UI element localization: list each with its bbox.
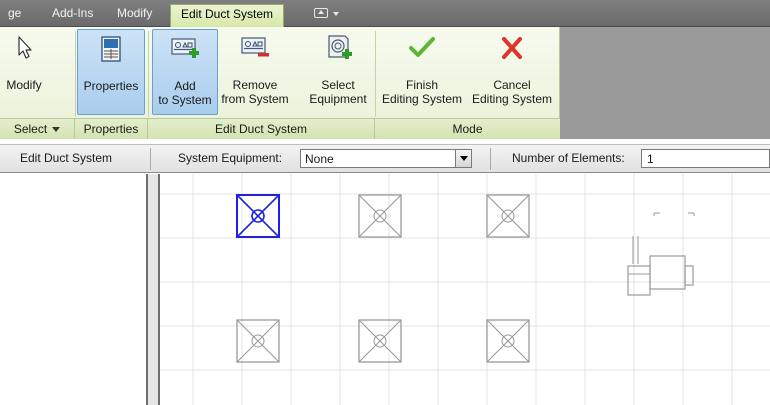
- minimize-ribbon-icon: [314, 8, 328, 18]
- select-equipment-line1: Select: [321, 78, 355, 92]
- number-of-elements-label: Number of Elements:: [512, 151, 625, 165]
- tab-modify[interactable]: Modify: [117, 4, 152, 23]
- tab-manage[interactable]: ge: [8, 4, 21, 23]
- chevron-down-icon: [52, 127, 61, 133]
- finish-editing-system-button[interactable]: Finish Editing System: [377, 29, 467, 115]
- system-equipment-label: System Equipment:: [178, 151, 283, 165]
- ribbon-panel-titles: Select Properties Edit Duct System Mode: [0, 118, 560, 139]
- chevron-down-icon: [333, 12, 339, 16]
- select-equipment-line2: Equipment: [309, 92, 367, 106]
- select-panel-title: Select: [13, 122, 48, 136]
- add-to-system-icon: [171, 38, 199, 58]
- ribbon-tab-bar: ge Add-Ins Modify Edit Duct System: [0, 0, 770, 27]
- remove-from-system-line2: from System: [221, 92, 289, 106]
- mode-panel-title: Mode: [452, 122, 483, 136]
- ribbon-body: Modify Properties Add to System Remove f…: [0, 27, 560, 139]
- properties-icon: [101, 36, 121, 62]
- panel-separator: [148, 31, 149, 117]
- number-of-elements-value: 1: [647, 152, 654, 166]
- ribbon: Modify Properties Add to System Remove f…: [0, 27, 770, 139]
- modify-label: Modify: [6, 78, 42, 92]
- modify-button[interactable]: Modify: [4, 29, 44, 115]
- air-terminal[interactable]: [486, 194, 530, 238]
- add-to-system-label: Add to System: [153, 79, 217, 107]
- select-panel-dropdown[interactable]: Select: [0, 119, 75, 139]
- tab-edit-duct-system[interactable]: Edit Duct System: [170, 4, 285, 27]
- properties-panel-title: Properties: [75, 119, 148, 139]
- add-to-system-line1: Add: [174, 79, 196, 93]
- cursor-arrow-icon: [18, 36, 32, 59]
- panel-separator: [75, 31, 76, 117]
- air-terminal[interactable]: [358, 194, 402, 238]
- options-bar-title: Edit Duct System: [20, 151, 113, 165]
- cancel-editing-system-button[interactable]: Cancel Editing System: [467, 29, 557, 115]
- number-of-elements-field: 1: [641, 149, 770, 168]
- cancel-x-icon: [502, 37, 522, 59]
- remove-from-system-button[interactable]: Remove from System: [219, 29, 291, 115]
- panel-splitter[interactable]: [146, 174, 160, 405]
- panel-visibility-dropdown[interactable]: [312, 5, 344, 21]
- cancel-line1: Cancel: [493, 78, 531, 92]
- air-terminal[interactable]: [236, 194, 280, 238]
- remove-from-system-icon: [241, 37, 269, 57]
- edit-duct-system-panel-title: Edit Duct System: [148, 119, 375, 139]
- add-to-system-line2: to System: [158, 93, 212, 107]
- duct-equipment-icon[interactable]: [627, 212, 695, 296]
- project-browser-panel: [0, 174, 146, 405]
- select-equipment-button[interactable]: Select Equipment: [305, 29, 371, 115]
- drawing-area[interactable]: [160, 174, 770, 405]
- remove-from-system-label: Remove from System: [219, 78, 291, 106]
- properties-label: Properties: [83, 79, 139, 93]
- system-equipment-dropdown[interactable]: None: [300, 149, 472, 168]
- select-equipment-icon: [328, 35, 352, 59]
- system-equipment-value: None: [305, 152, 334, 166]
- panel-separator: [375, 31, 376, 117]
- remove-from-system-line1: Remove: [232, 78, 278, 92]
- select-equipment-label: Select Equipment: [305, 78, 371, 106]
- drawing-canvas[interactable]: [160, 174, 770, 405]
- options-bar: Edit Duct System System Equipment: None …: [0, 144, 770, 173]
- cancel-editing-system-label: Cancel Editing System: [467, 78, 557, 106]
- finish-editing-system-label: Finish Editing System: [377, 78, 467, 106]
- properties-button[interactable]: Properties: [77, 29, 145, 115]
- options-bar-separator: [150, 148, 151, 170]
- air-terminals: [236, 194, 530, 363]
- chevron-down-icon[interactable]: [455, 150, 471, 167]
- finish-line1: Finish: [405, 78, 438, 92]
- checkmark-icon: [409, 37, 435, 57]
- add-to-system-button[interactable]: Add to System: [152, 29, 218, 115]
- options-bar-separator: [490, 148, 491, 170]
- tab-add-ins[interactable]: Add-Ins: [52, 4, 93, 23]
- finish-line2: Editing System: [381, 92, 463, 106]
- cancel-line2: Editing System: [471, 92, 553, 106]
